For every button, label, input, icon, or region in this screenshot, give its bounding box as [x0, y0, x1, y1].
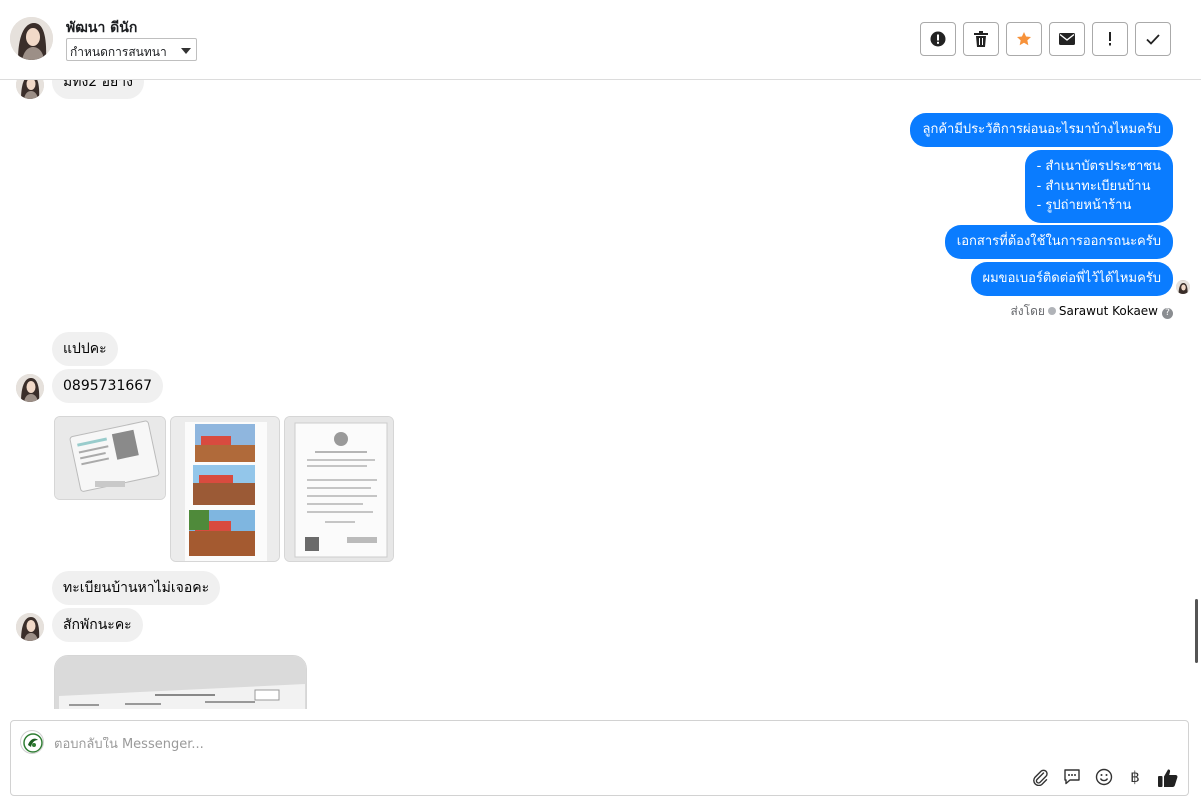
chevron-down-icon	[181, 48, 191, 54]
trash-icon	[974, 31, 988, 47]
outgoing-message[interactable]: - สำเนาบัตรประชาชน - สำเนาทะเบียนบ้าน - …	[1024, 150, 1173, 223]
message-line: - สำเนาทะเบียนบ้าน	[1036, 178, 1151, 194]
mark-spam-button[interactable]	[920, 22, 956, 56]
saved-reply-button[interactable]	[1062, 767, 1082, 787]
page-avatar	[20, 730, 44, 754]
incoming-message[interactable]: ทะเบียนบ้านหาไม่เจอคะ	[52, 571, 221, 605]
incoming-message[interactable]: แปปคะ	[52, 332, 118, 366]
verified-icon	[1047, 307, 1056, 315]
contact-avatar-small	[16, 80, 44, 99]
contact-avatar[interactable]	[10, 17, 53, 60]
outgoing-message[interactable]: ลูกค้ามีประวัติการผ่อนอะไรมาบ้างไหมครับ	[910, 113, 1173, 147]
contact-avatar-small	[16, 613, 44, 641]
scrollbar[interactable]	[1195, 599, 1198, 663]
inbox-conversation: พัฒนา ดีนัก กำหนดการสนทนา มีทั้ง2 อย่าง …	[0, 0, 1201, 804]
saved-reply-icon	[1064, 769, 1080, 785]
spam-icon	[930, 31, 946, 47]
delete-button[interactable]	[963, 22, 999, 56]
house-registration-photo[interactable]	[54, 655, 307, 709]
star-icon	[1017, 32, 1031, 46]
conversation-select-label: กำหนดการสนทนา	[70, 45, 167, 59]
mark-done-button[interactable]	[1135, 22, 1171, 56]
sent-by-prefix: ส่งโดย	[1010, 304, 1045, 318]
emoji-button[interactable]	[1094, 767, 1114, 787]
check-icon	[1146, 33, 1160, 45]
sender-name[interactable]: Sarawut Kokaew	[1059, 304, 1158, 318]
baht-icon: ฿	[1130, 768, 1140, 786]
document-photo[interactable]	[284, 416, 394, 562]
incoming-message[interactable]: มีทั้ง2 อย่าง	[52, 80, 144, 99]
reply-input[interactable]	[54, 737, 954, 752]
mail-icon	[1059, 33, 1075, 45]
outgoing-message[interactable]: เอกสารที่ต้องใช้ในการออกรถนะครับ	[944, 225, 1173, 259]
follow-up-button[interactable]	[1092, 22, 1128, 56]
exclamation-icon	[1109, 32, 1111, 46]
id-card-photo[interactable]	[54, 416, 166, 500]
thumbs-up-icon	[1158, 768, 1178, 787]
attach-file-button[interactable]	[1030, 767, 1050, 787]
incoming-message[interactable]: สักพักนะคะ	[52, 608, 143, 642]
mark-unread-button[interactable]	[1049, 22, 1085, 56]
reply-composer: ฿	[10, 720, 1189, 796]
contact-name[interactable]: พัฒนา ดีนัก	[66, 17, 137, 39]
outgoing-message[interactable]: ผมขอเบอร์ติดต่อพี่ไว้ได้ไหมครับ	[970, 262, 1173, 296]
sent-by-label: ส่งโดย Sarawut Kokaew?	[1010, 302, 1173, 321]
message-line: - รูปถ่ายหน้าร้าน	[1036, 198, 1132, 213]
message-thread[interactable]: มีทั้ง2 อย่าง ลูกค้ามีประวัติการผ่อนอะไร…	[0, 80, 1201, 709]
help-icon[interactable]: ?	[1162, 308, 1173, 319]
message-line: - สำเนาบัตรประชาชน	[1036, 159, 1161, 174]
incoming-message[interactable]: 0895731667	[52, 369, 164, 403]
conversation-header: พัฒนา ดีนัก กำหนดการสนทนา	[0, 0, 1201, 80]
payment-button[interactable]: ฿	[1125, 767, 1145, 787]
emoji-icon	[1095, 768, 1113, 786]
paperclip-icon	[1033, 769, 1048, 786]
shop-front-photos[interactable]	[170, 416, 280, 562]
conversation-select[interactable]: กำหนดการสนทนา	[66, 38, 197, 61]
seen-receipt-avatar	[1176, 280, 1190, 294]
star-button[interactable]	[1006, 22, 1042, 56]
contact-avatar-small	[16, 374, 44, 402]
like-button[interactable]	[1158, 767, 1178, 787]
